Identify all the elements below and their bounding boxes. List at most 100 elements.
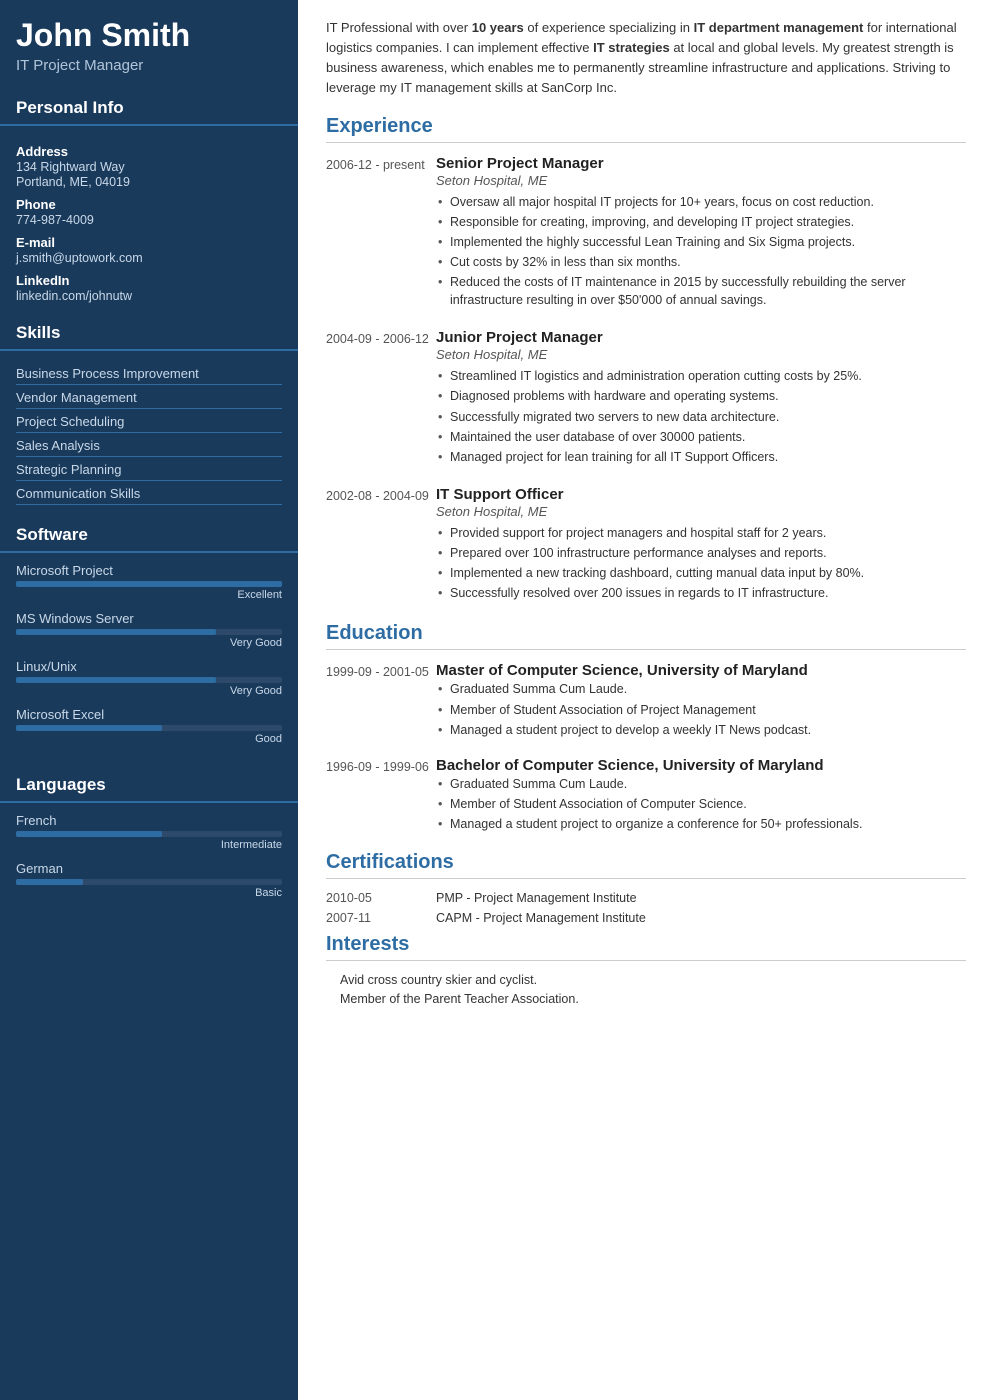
candidate-job-title: IT Project Manager — [16, 57, 282, 74]
entry-bullets: Graduated Summa Cum Laude. Member of Stud… — [436, 680, 966, 738]
bar-fill — [16, 581, 282, 587]
bullet-item: Member of Student Association of Project… — [436, 701, 966, 719]
bullet-item: Managed a student project to develop a w… — [436, 721, 966, 739]
bar-fill — [16, 831, 162, 837]
bar-container — [16, 581, 282, 587]
bullet-item: Oversaw all major hospital IT projects f… — [436, 193, 966, 211]
bar-label: Very Good — [16, 685, 282, 697]
bullet-item: Implemented the highly successful Lean T… — [436, 233, 966, 251]
certification-entry: 2010-05 PMP - Project Management Institu… — [326, 891, 966, 905]
experience-title: Experience — [326, 115, 966, 143]
skills-section: Skills Business Process ImprovementVendo… — [0, 313, 298, 515]
summary: IT Professional with over 10 years of ex… — [326, 18, 966, 99]
certification-entry: 2007-11 CAPM - Project Management Instit… — [326, 911, 966, 925]
language-item: French Intermediate — [16, 813, 282, 851]
languages-section: Languages French Intermediate German Bas… — [0, 765, 298, 919]
bar-container — [16, 879, 282, 885]
education-entry: 1996-09 - 1999-06 Bachelor of Computer S… — [326, 757, 966, 835]
bullet-item: Maintained the user database of over 300… — [436, 428, 966, 446]
bullet-item: Successfully resolved over 200 issues in… — [436, 584, 966, 602]
bar-container — [16, 629, 282, 635]
entry-date: 2002-08 - 2004-09 — [326, 486, 436, 605]
bullet-item: Successfully migrated two servers to new… — [436, 408, 966, 426]
entry-date: 2004-09 - 2006-12 — [326, 329, 436, 468]
bar-fill — [16, 629, 216, 635]
experience-entry: 2002-08 - 2004-09 IT Support Officer Set… — [326, 486, 966, 605]
cert-date: 2007-11 — [326, 911, 436, 925]
entry-company: Seton Hospital, ME — [436, 504, 966, 519]
bullet-item: Managed a student project to organize a … — [436, 815, 966, 833]
software-title: Software — [0, 515, 298, 553]
bullet-item: Graduated Summa Cum Laude. — [436, 680, 966, 698]
bullet-item: Cut costs by 32% in less than six months… — [436, 253, 966, 271]
software-item: Linux/Unix Very Good — [16, 659, 282, 697]
bar-label: Excellent — [16, 589, 282, 601]
address-line2: Portland, ME, 04019 — [16, 175, 282, 189]
entry-content: Bachelor of Computer Science, University… — [436, 757, 966, 835]
bullet-item: Streamlined IT logistics and administrat… — [436, 367, 966, 385]
entry-job-title: IT Support Officer — [436, 486, 966, 503]
education-list: 1999-09 - 2001-05 Master of Computer Sci… — [326, 662, 966, 835]
interest-item: Member of the Parent Teacher Association… — [326, 992, 966, 1006]
bullet-item: Graduated Summa Cum Laude. — [436, 775, 966, 793]
entry-content: Senior Project Manager Seton Hospital, M… — [436, 155, 966, 312]
bullet-item: Member of Student Association of Compute… — [436, 795, 966, 813]
email-label: E-mail — [16, 235, 282, 250]
language-name: German — [16, 861, 282, 876]
languages-title: Languages — [0, 765, 298, 803]
entry-bullets: Oversaw all major hospital IT projects f… — [436, 193, 966, 310]
skill-item: Communication Skills — [16, 481, 282, 505]
candidate-name: John Smith — [16, 18, 282, 53]
cert-value: CAPM - Project Management Institute — [436, 911, 646, 925]
cert-value: PMP - Project Management Institute — [436, 891, 637, 905]
bullet-item: Managed project for lean training for al… — [436, 448, 966, 466]
entry-content: Junior Project Manager Seton Hospital, M… — [436, 329, 966, 468]
bar-container — [16, 725, 282, 731]
sidebar: John Smith IT Project Manager Personal I… — [0, 0, 298, 1400]
phone-label: Phone — [16, 197, 282, 212]
entry-job-title: Junior Project Manager — [436, 329, 966, 346]
personal-info-title: Personal Info — [0, 88, 298, 126]
phone-value: 774-987-4009 — [16, 213, 282, 227]
software-name: MS Windows Server — [16, 611, 282, 626]
linkedin-value: linkedin.com/johnutw — [16, 289, 282, 303]
bar-label: Basic — [16, 887, 282, 899]
degree-title: Bachelor of Computer Science, University… — [436, 757, 966, 774]
software-name: Linux/Unix — [16, 659, 282, 674]
certifications-title: Certifications — [326, 851, 966, 879]
entry-job-title: Senior Project Manager — [436, 155, 966, 172]
personal-info-content: Address 134 Rightward Way Portland, ME, … — [0, 134, 298, 313]
software-item: Microsoft Excel Good — [16, 707, 282, 745]
degree-title: Master of Computer Science, University o… — [436, 662, 966, 679]
education-entry: 1999-09 - 2001-05 Master of Computer Sci… — [326, 662, 966, 740]
bullet-item: Provided support for project managers an… — [436, 524, 966, 542]
language-name: French — [16, 813, 282, 828]
interests-title: Interests — [326, 933, 966, 961]
entry-bullets: Provided support for project managers an… — [436, 524, 966, 603]
skill-item: Business Process Improvement — [16, 361, 282, 385]
entry-bullets: Streamlined IT logistics and administrat… — [436, 367, 966, 466]
software-name: Microsoft Excel — [16, 707, 282, 722]
bar-fill — [16, 879, 83, 885]
skill-item: Sales Analysis — [16, 433, 282, 457]
education-title: Education — [326, 622, 966, 650]
linkedin-label: LinkedIn — [16, 273, 282, 288]
entry-date: 1996-09 - 1999-06 — [326, 757, 436, 835]
personal-info-section: Personal Info Address 134 Rightward Way … — [0, 88, 298, 313]
software-name: Microsoft Project — [16, 563, 282, 578]
bar-label: Good — [16, 733, 282, 745]
skill-item: Vendor Management — [16, 385, 282, 409]
certifications-list: 2010-05 PMP - Project Management Institu… — [326, 891, 966, 925]
software-section: Software Microsoft Project Excellent MS … — [0, 515, 298, 765]
entry-company: Seton Hospital, ME — [436, 347, 966, 362]
interests-list: Avid cross country skier and cyclist.Mem… — [326, 973, 966, 1006]
sidebar-header: John Smith IT Project Manager — [0, 0, 298, 88]
entry-date: 2006-12 - present — [326, 155, 436, 312]
software-content: Microsoft Project Excellent MS Windows S… — [0, 561, 298, 765]
bar-container — [16, 831, 282, 837]
software-item: MS Windows Server Very Good — [16, 611, 282, 649]
entry-date: 1999-09 - 2001-05 — [326, 662, 436, 740]
language-item: German Basic — [16, 861, 282, 899]
bar-fill — [16, 677, 216, 683]
bullet-item: Implemented a new tracking dashboard, cu… — [436, 564, 966, 582]
